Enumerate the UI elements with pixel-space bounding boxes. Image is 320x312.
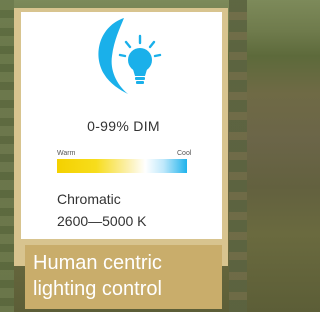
cool-label: Cool	[177, 150, 192, 157]
kelvin-range: 2600—5000 K	[57, 213, 147, 229]
dimmable-bulb-icon	[98, 18, 162, 94]
warm-label: Warm	[57, 150, 76, 157]
dim-range-label: 0-99% DIM	[87, 118, 160, 134]
caption-line-1: Human centric	[33, 252, 162, 274]
bulb-icon	[128, 48, 152, 84]
chromatic-title: Chromatic	[57, 191, 121, 207]
color-temperature-gradient-bar	[57, 159, 187, 173]
caption-line-2: lighting control	[33, 278, 162, 300]
background-right	[229, 0, 247, 312]
background-left	[0, 0, 14, 312]
